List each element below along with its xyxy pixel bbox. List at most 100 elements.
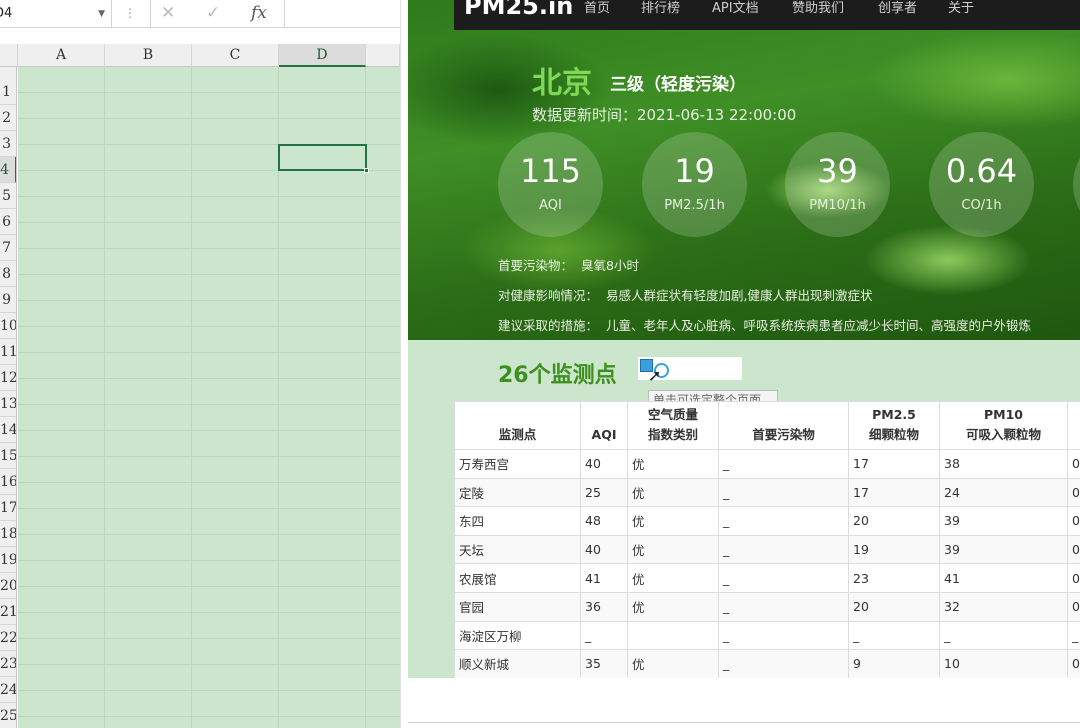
col-header-category[interactable]: 空气质量 指数类别 [627, 401, 719, 450]
hero-banner: PM25.in 首页 排行榜 API文档 赞助我们 创享者 关于 北京 三级（轻… [408, 0, 1080, 340]
table-cell: 17 [848, 449, 940, 479]
metric-label: AQI [539, 198, 562, 213]
table-cell: 顺义新城 [454, 649, 581, 679]
info-value: 臭氧8小时 [581, 258, 639, 273]
row-header[interactable]: 22 [0, 625, 16, 651]
row-header[interactable]: 7 [0, 235, 16, 261]
window-divider[interactable] [400, 0, 408, 728]
enter-icon[interactable]: ✓ [206, 3, 220, 23]
table-cell [627, 620, 719, 651]
table-cell: 天坛 [454, 534, 581, 565]
nav-item-creators[interactable]: 创享者 [878, 0, 917, 16]
col-header-aqi[interactable]: AQI [580, 401, 628, 450]
metric-label: PM10/1h [809, 198, 866, 213]
row-header[interactable]: 4 [0, 157, 16, 183]
table-cell: 优 [627, 649, 719, 679]
table-cell: 36 [580, 591, 628, 622]
metric-aqi: 115 AQI [498, 132, 603, 237]
nav-item-ranking[interactable]: 排行榜 [641, 0, 680, 16]
row-header[interactable]: 11 [0, 339, 16, 365]
selected-cell[interactable] [278, 144, 369, 173]
column-header-d[interactable]: D [279, 44, 366, 67]
row-header[interactable]: 21 [0, 599, 16, 625]
table-cell: _ [939, 620, 1068, 651]
table-cell: _ [848, 620, 940, 651]
row-header[interactable]: 1 [0, 79, 16, 105]
formula-input[interactable] [288, 0, 400, 28]
table-cell: 万寿西宫 [454, 449, 581, 479]
row-header[interactable]: 6 [0, 209, 16, 235]
table-cell: _ [718, 449, 849, 479]
table-cell: 24 [939, 477, 1068, 508]
corner-select-all[interactable] [0, 44, 18, 67]
info-value: 儿童、老年人及心脏病、呼吸系统疾病患者应减少长时间、高强度的户外锻炼 [606, 318, 1032, 333]
row-header[interactable]: 12 [0, 365, 16, 391]
table-cell: 0 [1067, 506, 1080, 536]
cancel-icon[interactable]: ✕ [161, 3, 175, 23]
nav-item-home[interactable]: 首页 [584, 0, 610, 16]
table-cell: 20 [848, 591, 940, 622]
excel-window: D4 ▼ ⋮ ✕ ✓ fx A B C D 123456789101112131… [0, 0, 400, 728]
table-cell: 0 [1067, 649, 1080, 679]
bottom-line [408, 722, 1080, 723]
nav-item-sponsor[interactable]: 赞助我们 [792, 0, 844, 16]
column-header-c[interactable]: C [192, 44, 279, 67]
table-cell: 东四 [454, 506, 581, 536]
row-header[interactable]: 14 [0, 417, 16, 443]
row-header[interactable]: 20 [0, 573, 16, 599]
table-cell: 19 [848, 534, 940, 565]
table-cell: 定陵 [454, 477, 581, 508]
info-value: 易感人群症状有轻度加剧,健康人群出现刺激症状 [606, 288, 873, 303]
table-cell: 20 [848, 506, 940, 536]
row-header[interactable]: 19 [0, 547, 16, 573]
col-header-pm10[interactable]: PM10 可吸入颗粒物 [939, 401, 1068, 450]
table-cell: _ [718, 649, 849, 679]
col-header-primary[interactable]: 首要污染物 [718, 401, 849, 450]
fill-handle[interactable] [364, 168, 369, 173]
table-cell: 39 [939, 506, 1068, 536]
row-header[interactable]: 18 [0, 521, 16, 547]
column-header-a[interactable]: A [18, 44, 105, 67]
browser-page: PM25.in 首页 排行榜 API文档 赞助我们 创享者 关于 北京 三级（轻… [408, 0, 1080, 728]
primary-pollutant: 首要污染物： 臭氧8小时 [498, 255, 639, 274]
row-header[interactable]: 10 [0, 313, 16, 339]
page-bottom [408, 678, 1080, 728]
row-header[interactable]: 8 [0, 261, 16, 287]
column-header-b[interactable]: B [105, 44, 192, 67]
row-header[interactable]: 2 [0, 105, 16, 131]
table-cell: _ [718, 534, 849, 565]
row-header[interactable]: 17 [0, 495, 16, 521]
table-row: 万寿西宫 40 优 _ 17 38 0 [454, 449, 1080, 479]
row-header[interactable]: 24 [0, 677, 16, 703]
table-cell: 25 [580, 477, 628, 508]
site-logo[interactable]: PM25.in [464, 0, 573, 20]
metric-value: 115 [519, 152, 582, 190]
col-header-station[interactable]: 监测点 [454, 401, 581, 450]
row-header[interactable]: 25 [0, 703, 16, 728]
row-header[interactable]: 5 [0, 183, 16, 209]
nav-item-api[interactable]: API文档 [712, 0, 759, 16]
info-key: 建议采取的措施： [498, 318, 599, 333]
table-cell: 官园 [454, 591, 581, 622]
table-header-row: 监测点 AQI 空气质量 指数类别 首要污染物 PM2.5 细颗粒物 PM10 可吸入… [454, 401, 1080, 450]
table-cell: 41 [939, 563, 1068, 593]
name-box[interactable]: D4 ▼ [0, 0, 112, 28]
nav-item-about[interactable]: 关于 [948, 0, 974, 16]
row-header[interactable]: 3 [0, 131, 16, 157]
column-header-e[interactable] [366, 44, 400, 67]
table-row: 官园 36 优 _ 20 32 0 [454, 591, 1080, 622]
formula-bar: D4 ▼ ⋮ ✕ ✓ fx [0, 0, 400, 28]
table-cell: 0 [1067, 449, 1080, 479]
col-header-more[interactable] [1067, 401, 1080, 450]
row-header[interactable]: 15 [0, 443, 16, 469]
col-header-pm25[interactable]: PM2.5 细颗粒物 [848, 401, 940, 450]
chevron-down-icon[interactable]: ▼ [98, 0, 105, 28]
row-header[interactable]: 23 [0, 651, 16, 677]
drag-handle-icon[interactable]: ⋮ [124, 6, 136, 20]
table-row: 定陵 25 优 _ 17 24 0 [454, 477, 1080, 508]
row-headers: 1 2 3 4 5 6 7 8 9 10 11 12 13 14 15 16 17 18 19 20 21 22 23 24 2… [0, 67, 17, 728]
fx-icon[interactable]: fx [251, 3, 267, 23]
row-header[interactable]: 9 [0, 287, 16, 313]
row-header[interactable]: 13 [0, 391, 16, 417]
row-header[interactable]: 16 [0, 469, 16, 495]
